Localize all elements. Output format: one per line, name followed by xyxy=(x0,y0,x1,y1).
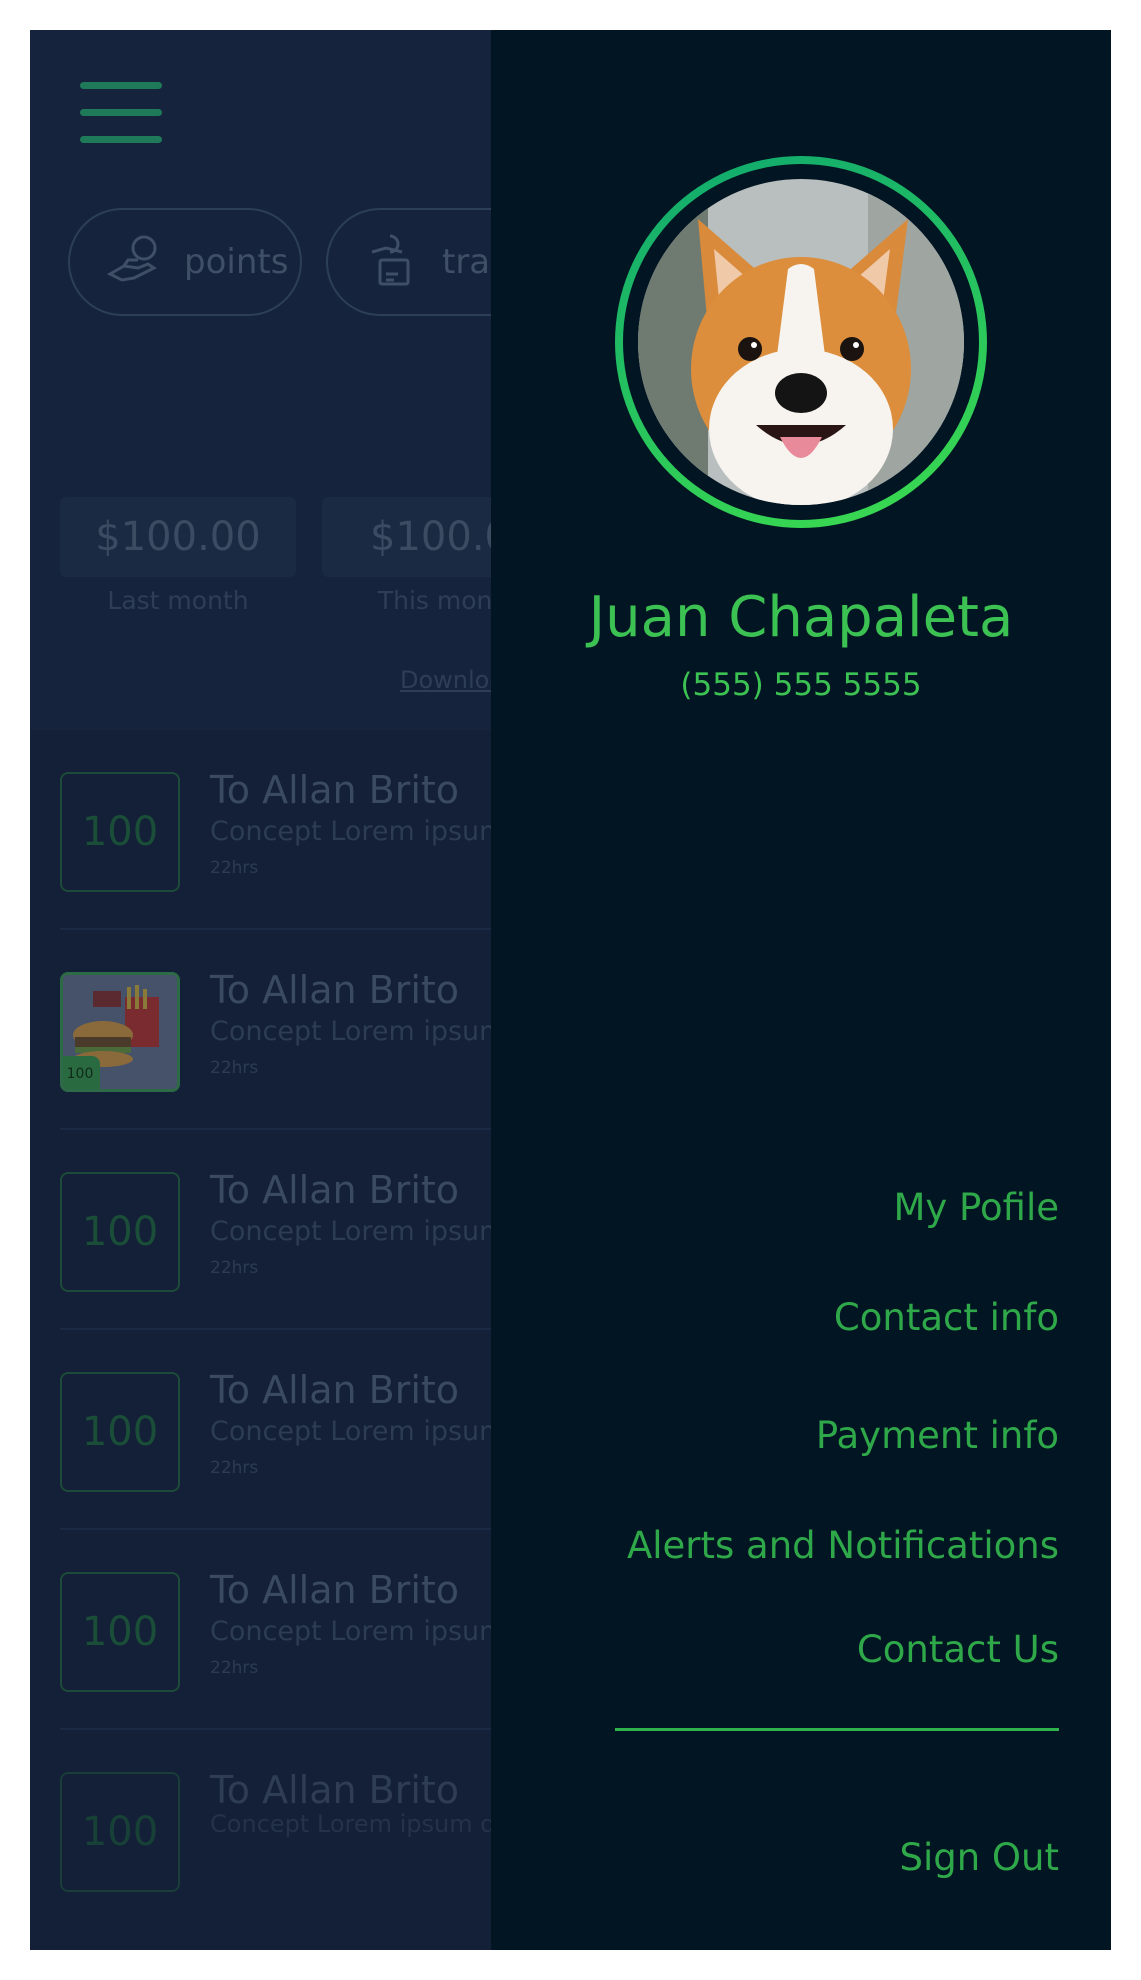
transaction-recipient: To Allan Brito xyxy=(210,968,460,1012)
transaction-concept: Concept Lorem ipsum xyxy=(210,1616,506,1647)
sign-out-button[interactable]: Sign Out xyxy=(899,1836,1059,1879)
hand-coin-icon xyxy=(106,235,157,282)
menu-item-alerts-notifications[interactable]: Alerts and Notifications xyxy=(627,1524,1059,1567)
transaction-recipient: To Allan Brito xyxy=(210,1368,460,1412)
transaction-concept: Concept Lorem ipsum xyxy=(210,816,506,847)
transaction-time: 22hrs xyxy=(210,1658,259,1678)
points-badge: 100 xyxy=(60,1172,180,1292)
transfer-icon xyxy=(371,234,410,286)
user-name: Juan Chapaleta xyxy=(588,585,1014,650)
download-link[interactable]: Downloa xyxy=(400,666,504,694)
transaction-recipient: To Allan Brito xyxy=(210,1168,460,1212)
corgi-photo xyxy=(638,179,964,505)
hamburger-menu-icon[interactable] xyxy=(80,82,162,144)
points-badge: 100 xyxy=(60,1372,180,1492)
points-label: points xyxy=(184,242,289,282)
points-badge: 100 xyxy=(60,1572,180,1692)
side-drawer: Juan Chapaleta (555) 555 5555 My Pofile … xyxy=(491,30,1111,1950)
points-badge: 100 xyxy=(60,772,180,892)
menu-divider xyxy=(615,1728,1059,1731)
stat-last-month-label: Last month xyxy=(107,586,249,615)
avatar[interactable] xyxy=(638,179,964,505)
transfer-label: tra xyxy=(442,242,491,282)
menu-item-contact-info[interactable]: Contact info xyxy=(834,1296,1059,1339)
points-badge: 100 xyxy=(60,1772,180,1892)
transaction-time: 22hrs xyxy=(210,1458,259,1478)
stat-last-month-amount: $100.00 xyxy=(60,497,296,577)
transaction-time: 22hrs xyxy=(210,1058,259,1078)
transaction-time: 22hrs xyxy=(210,1258,259,1278)
menu-item-contact-us[interactable]: Contact Us xyxy=(857,1628,1059,1671)
menu-item-my-profile[interactable]: My Pofile xyxy=(893,1186,1059,1229)
menu-item-payment-info[interactable]: Payment info xyxy=(816,1414,1059,1457)
app-screen: points tra My C $100.00 Last month $100.… xyxy=(30,30,1111,1950)
transaction-recipient: To Allan Brito xyxy=(210,768,460,812)
transaction-concept: Concept Lorem ipsum xyxy=(210,1216,506,1247)
avatar-ring xyxy=(615,156,987,528)
transaction-concept: Concept Lorem ipsum xyxy=(210,1016,506,1047)
transaction-recipient: To Allan Brito xyxy=(210,1768,460,1812)
transaction-time: 22hrs xyxy=(210,858,259,878)
user-phone: (555) 555 5555 xyxy=(680,667,922,703)
points-badge-mini: 100 xyxy=(63,1056,100,1089)
transaction-recipient: To Allan Brito xyxy=(210,1568,460,1612)
burger-combo-image: 100 xyxy=(60,972,180,1092)
points-button[interactable]: points xyxy=(68,208,302,316)
transaction-concept: Concept Lorem ipsum do xyxy=(210,1810,511,1838)
transaction-concept: Concept Lorem ipsum xyxy=(210,1416,506,1447)
